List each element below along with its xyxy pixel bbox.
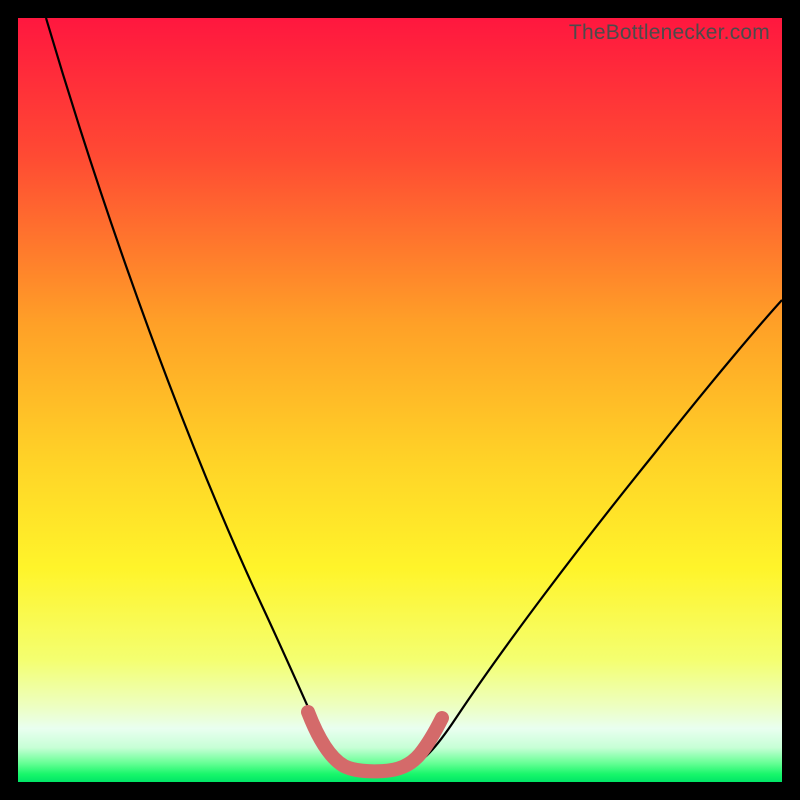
chart-canvas	[18, 18, 782, 782]
valley-highlight	[308, 712, 442, 771]
bottleneck-curve-right	[378, 300, 782, 769]
bottleneck-curve-left	[46, 18, 378, 769]
chart-frame: TheBottlenecker.com	[18, 18, 782, 782]
